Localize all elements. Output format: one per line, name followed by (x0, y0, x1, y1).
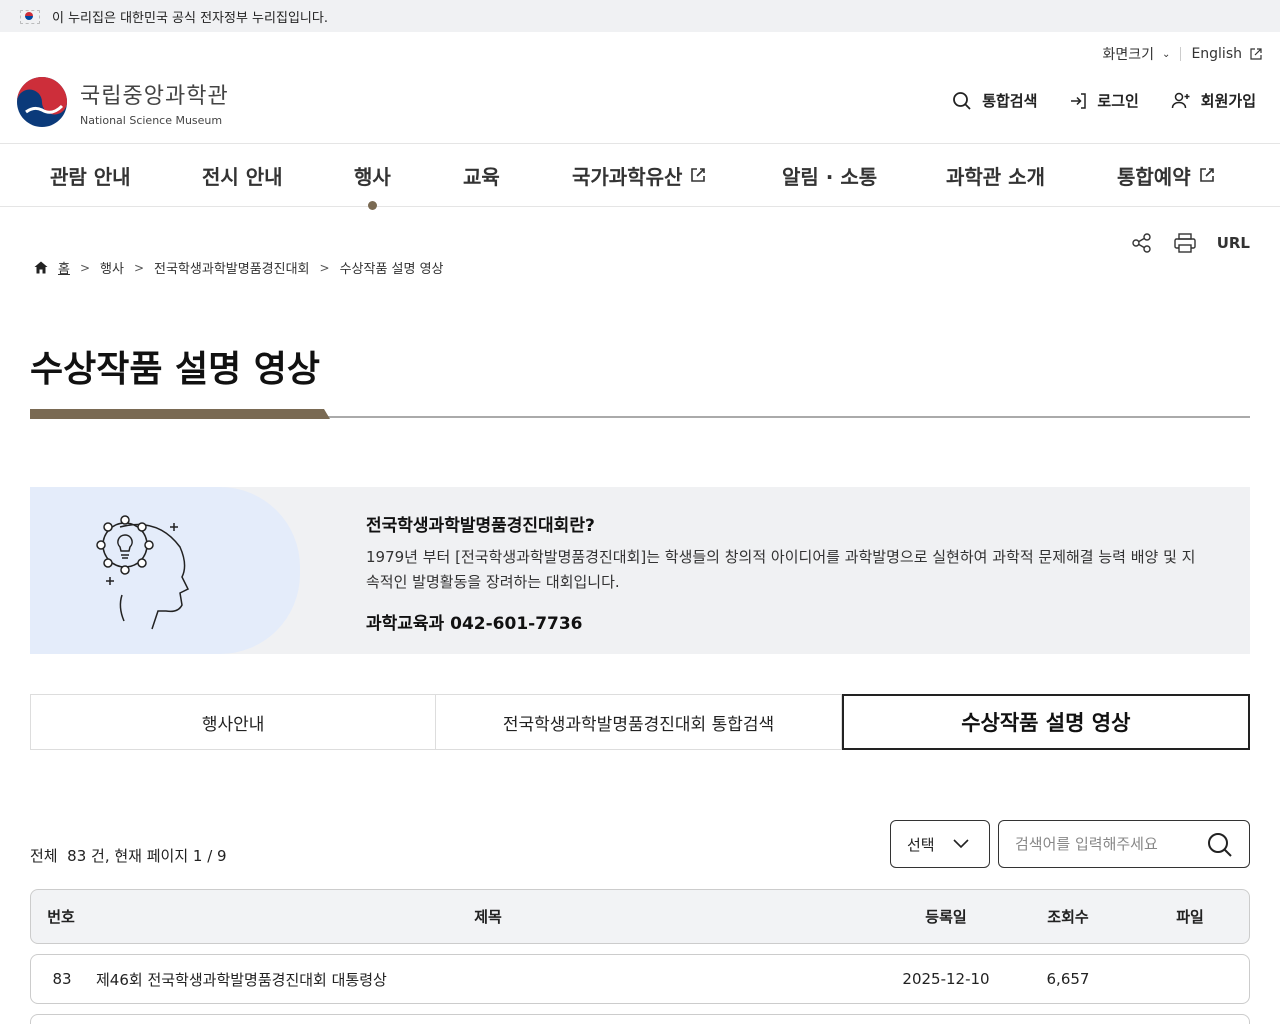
search-type-value: 선택 (907, 835, 935, 854)
add-user-icon (1171, 92, 1190, 108)
row-date: 2025-12-10 (902, 970, 990, 988)
divider (1180, 47, 1182, 61)
count-prefix: 전체 (30, 847, 58, 865)
tab-event-info[interactable]: 행사안내 (30, 694, 437, 750)
breadcrumb-home[interactable]: 홈 (58, 258, 70, 277)
count-total: 83 (67, 847, 87, 865)
search-button[interactable]: 통합검색 (952, 90, 1037, 111)
utility-links: 화면크기 ⌄ English (1103, 44, 1262, 64)
nav-item-notice[interactable]: 알림 · 소통 (782, 144, 877, 206)
intro-illustration (30, 487, 300, 654)
home-icon (34, 261, 48, 274)
chevron-down-icon (953, 839, 969, 849)
gov-banner-text: 이 누리집은 대한민국 공식 전자정부 누리집입니다. (52, 10, 328, 26)
column-header-file: 파일 (1176, 908, 1204, 926)
title-accent-bar (30, 409, 330, 419)
login-button-label: 로그인 (1097, 92, 1139, 110)
column-header-views: 조회수 (1047, 908, 1089, 926)
breadcrumb-separator-icon: > (133, 260, 145, 275)
nav-item-label: 알림 · 소통 (782, 164, 878, 189)
site-logo[interactable]: 국립중앙과학관 National Science Museum (16, 76, 229, 128)
header-actions: 통합검색 로그인 회원가입 (920, 90, 1256, 111)
signup-button[interactable]: 회원가입 (1171, 90, 1256, 111)
row-no: 83 (52, 970, 72, 988)
idea-head-icon (96, 515, 190, 630)
column-header-no: 번호 (47, 908, 75, 926)
active-nav-indicator (368, 201, 377, 210)
print-icon[interactable] (1173, 232, 1197, 254)
login-icon (1071, 92, 1087, 109)
main-nav: 관람 안내 전시 안내 행사 교육 국가과학유산 알림 · 소통 과학관 소개 … (0, 143, 1280, 207)
search-input[interactable] (1015, 835, 1195, 853)
intro-description: 1979년 부터 [전국학생과학발명품경진대회]는 학생들의 창의적 아이디어를… (366, 548, 1196, 591)
table-row[interactable]: 83 제46회 전국학생과학발명품경진대회 대통령상 2025-12-10 6,… (30, 954, 1250, 1004)
nav-item-label: 행사 (354, 164, 391, 189)
share-icon[interactable] (1131, 232, 1153, 254)
search-type-select[interactable]: 선택 (890, 820, 990, 868)
page-title: 수상작품 설명 영상 (30, 349, 321, 390)
list-count: 전체 83 건, 현재 페이지 1 / 9 (30, 845, 227, 866)
breadcrumb-level1[interactable]: 행사 (100, 258, 124, 277)
screen-size-label: 화면크기 (1102, 47, 1155, 63)
intro-contact: 과학교육과 042-601-7736 (366, 614, 583, 634)
count-page: 1 / 9 (192, 847, 227, 865)
taeguk-logo-icon (16, 76, 68, 128)
korea-flag-icon (20, 10, 40, 24)
tab-award-videos[interactable]: 수상작품 설명 영상 (841, 694, 1250, 750)
count-middle: 건, 현재 페이지 (91, 847, 189, 865)
nav-item-label: 교육 (463, 164, 500, 189)
external-link-icon (1199, 168, 1214, 182)
english-link[interactable]: English (1191, 46, 1262, 62)
english-link-label: English (1191, 46, 1242, 62)
sub-tabs: 행사안내 전국학생과학발명품경진대회 통합검색 수상작품 설명 영상 (30, 694, 1250, 750)
row-file (1129, 955, 1251, 1003)
row-title[interactable]: 제46회 전국학생과학발명품경진대회 대통령상 (96, 955, 876, 1003)
login-button[interactable]: 로그인 (1069, 90, 1139, 111)
column-header-date: 등록일 (925, 908, 967, 926)
table-row[interactable] (30, 1014, 1250, 1024)
signup-button-label: 회원가입 (1200, 92, 1256, 110)
nav-item-label: 국가과학유산 (572, 164, 683, 189)
external-link-icon (1250, 48, 1262, 60)
nav-item-reservation[interactable]: 통합예약 (1117, 144, 1215, 206)
row-views: 6,657 (1046, 970, 1090, 988)
logo-name-en: National Science Museum (80, 113, 223, 127)
nav-item-science-heritage[interactable]: 국가과학유산 (572, 144, 706, 206)
breadcrumb-current: 수상작품 설명 영상 (339, 262, 444, 277)
screen-size-button[interactable]: 화면크기 ⌄ (1103, 44, 1171, 64)
gov-banner: 이 누리집은 대한민국 공식 전자정부 누리집입니다. (0, 0, 1280, 32)
intro-heading: 전국학생과학발명품경진대회란? (366, 516, 595, 536)
nav-item-exhibition[interactable]: 전시 안내 (202, 144, 283, 206)
table-header: 번호 제목 등록일 조회수 파일 (30, 889, 1250, 944)
nav-item-events[interactable]: 행사 (354, 144, 391, 206)
search-submit-icon[interactable] (1207, 832, 1233, 858)
external-link-icon (691, 168, 706, 182)
nav-item-visit-guide[interactable]: 관람 안내 (50, 144, 131, 206)
nav-item-label: 관람 안내 (50, 164, 131, 189)
nav-item-education[interactable]: 교육 (463, 144, 500, 206)
tab-label: 수상작품 설명 영상 (961, 711, 1131, 735)
page-tools: URL (1111, 232, 1250, 254)
logo-name-ko: 국립중앙과학관 (80, 83, 229, 109)
breadcrumb-separator-icon: > (319, 260, 330, 275)
nav-item-about[interactable]: 과학관 소개 (946, 144, 1045, 206)
search-box (998, 820, 1250, 868)
intro-box: 전국학생과학발명품경진대회란? 1979년 부터 [전국학생과학발명품경진대회]… (30, 487, 1250, 654)
tab-integrated-search[interactable]: 전국학생과학발명품경진대회 통합검색 (436, 694, 842, 750)
breadcrumb: 홈 > 행사 > 전국학생과학발명품경진대회 > 수상작품 설명 영상 (34, 258, 444, 277)
nav-item-label: 통합예약 (1117, 164, 1191, 189)
search-button-label: 통합검색 (982, 92, 1038, 110)
tab-label: 행사안내 (201, 714, 265, 735)
tab-label: 전국학생과학발명품경진대회 통합검색 (502, 714, 775, 735)
url-copy-button[interactable]: URL (1217, 234, 1250, 252)
nav-item-label: 과학관 소개 (946, 164, 1045, 189)
breadcrumb-level2[interactable]: 전국학생과학발명품경진대회 (154, 258, 309, 277)
column-header-title: 제목 (474, 908, 502, 926)
nav-item-label: 전시 안내 (202, 164, 283, 189)
chevron-down-icon: ⌄ (1162, 48, 1171, 60)
search-icon (953, 91, 971, 110)
breadcrumb-separator-icon: > (79, 260, 91, 275)
